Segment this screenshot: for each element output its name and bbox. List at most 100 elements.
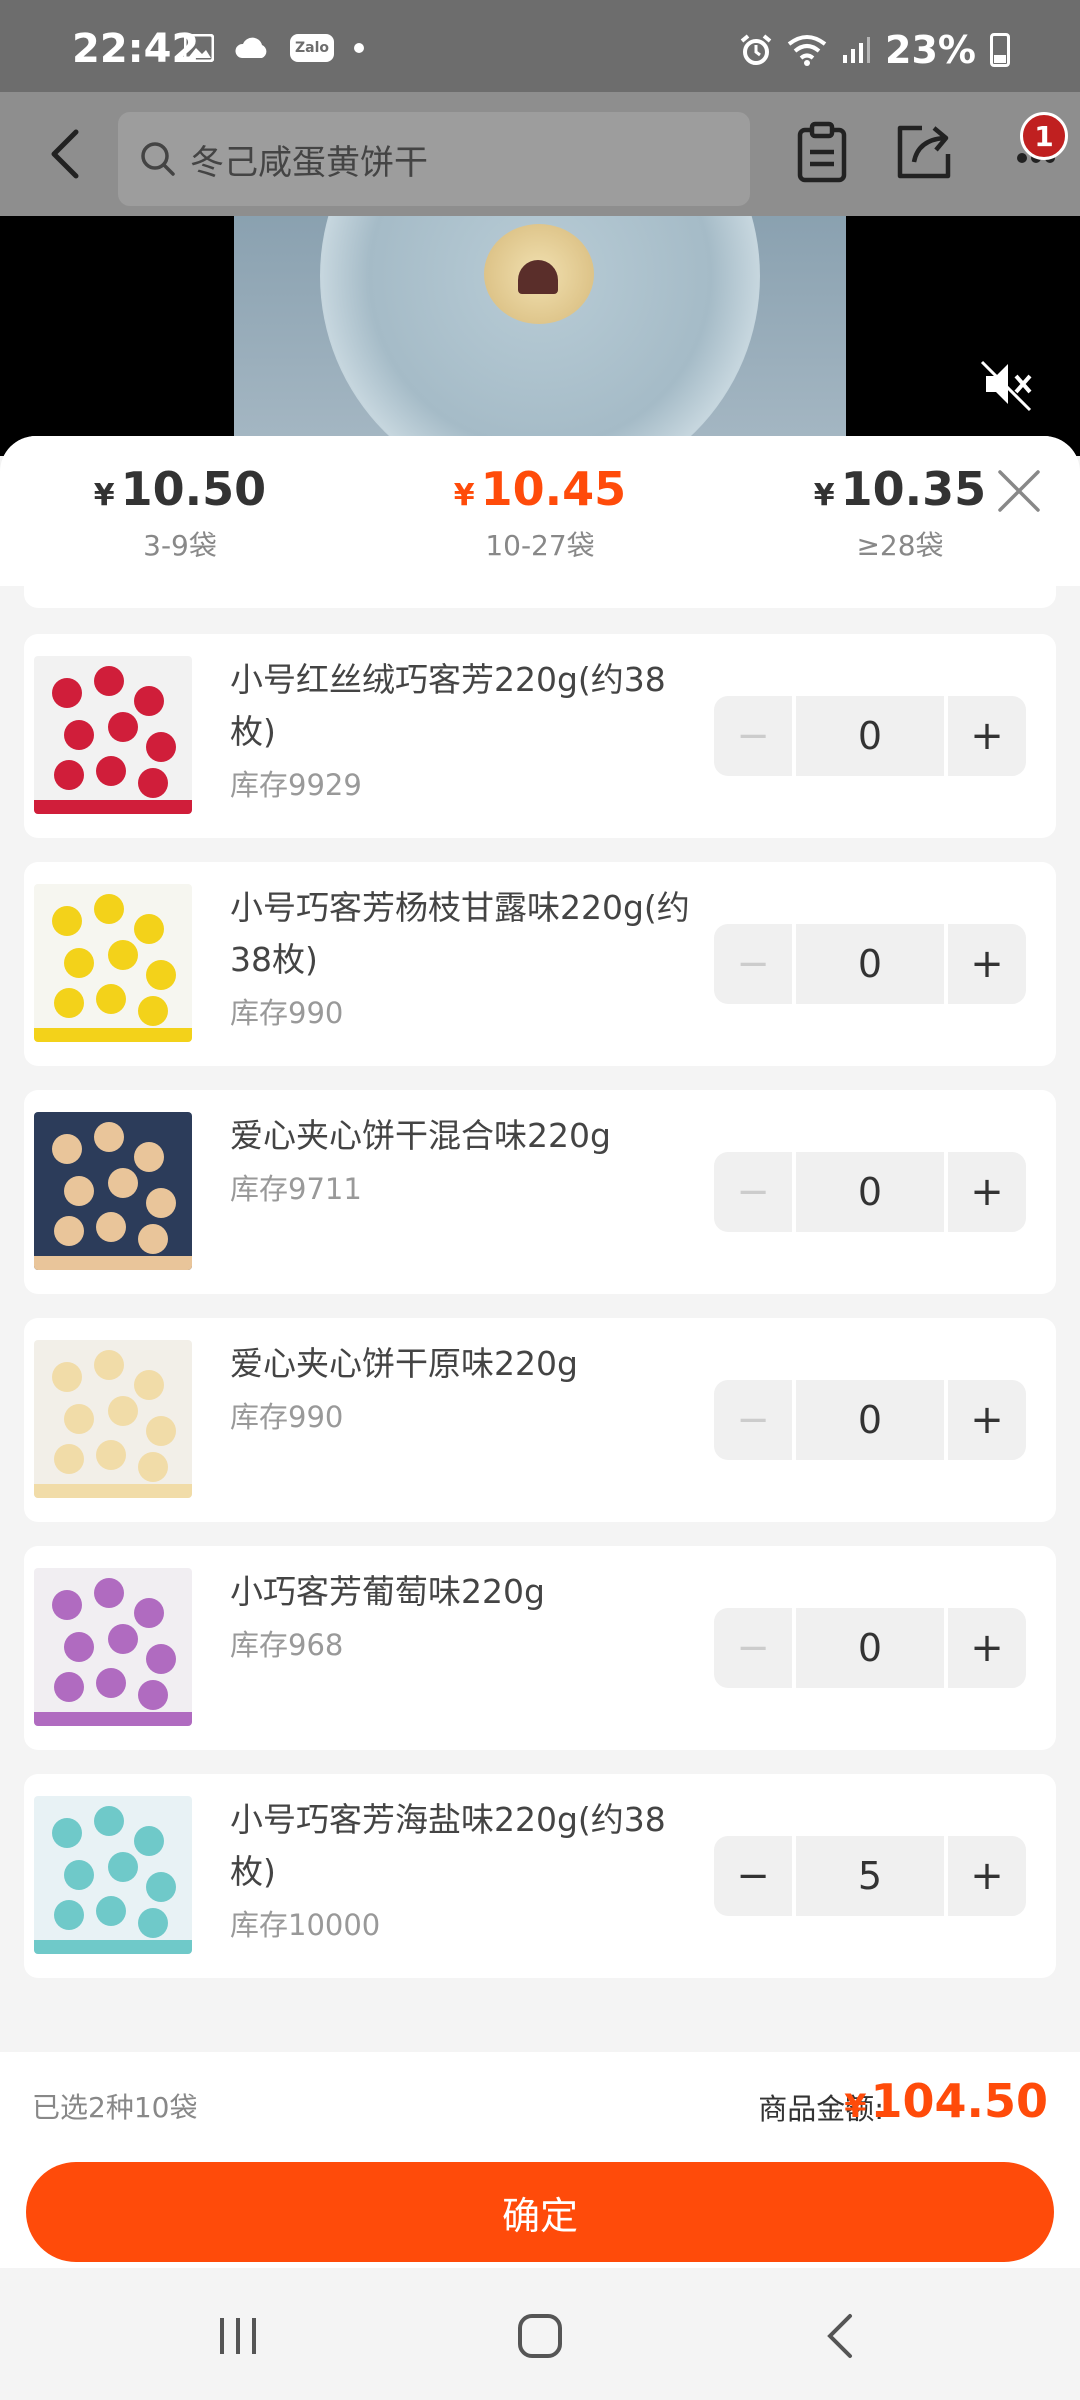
tier-price-value: 10.50 (120, 462, 267, 516)
back-nav-icon[interactable] (810, 2304, 874, 2368)
decrement-button[interactable]: − (714, 1836, 792, 1916)
clipboard-icon[interactable] (790, 120, 854, 184)
sku-info: 小号红丝绒巧客芳220g(约38枚) 库存9929 (230, 654, 700, 804)
sku-info: 小巧客芳葡萄味220g 库存968 (230, 1566, 700, 1664)
sku-name: 小巧客芳葡萄味220g (230, 1572, 545, 1611)
quantity-input[interactable]: 0 (796, 1152, 944, 1232)
sku-stock: 库存9711 (230, 1172, 362, 1206)
cookie-dot (96, 1440, 126, 1470)
quantity-input[interactable]: 0 (796, 1380, 944, 1460)
cookie-dot (94, 894, 124, 924)
cookie-dot (52, 1134, 82, 1164)
cookie-dot (134, 1370, 164, 1400)
quantity-stepper: −0 + (714, 696, 1030, 776)
sku-info: 爱心夹心饼干原味220g 库存990 (230, 1338, 700, 1436)
cookie-dot (146, 1644, 176, 1674)
increment-button[interactable]: + (948, 924, 1026, 1004)
sku-row: 爱心夹心饼干混合味220g 库存9711 −0 + (24, 1090, 1056, 1294)
cookie-dot (138, 1224, 168, 1254)
quantity-input[interactable]: 0 (796, 924, 944, 1004)
cookie-dot (138, 1908, 168, 1938)
product-thumbnail[interactable] (34, 1112, 192, 1270)
cookie-dot (64, 1632, 94, 1662)
increment-button[interactable]: + (948, 696, 1026, 776)
quantity-stepper: −0 + (714, 1380, 1030, 1460)
tier-price: ¥10.45 (390, 462, 690, 516)
sku-name: 小号红丝绒巧客芳220g(约38枚) (230, 660, 666, 751)
decrement-button[interactable]: − (714, 1608, 792, 1688)
price-tiers: ¥10.50 3-9袋 ¥10.45 10-27袋 ¥10.35 ≥28袋 (0, 436, 1080, 586)
cookie-dot (94, 1806, 124, 1836)
cart-badge: 1 (1020, 112, 1068, 160)
list-top-cap (24, 586, 1056, 608)
price-tier: ¥10.50 3-9袋 (30, 462, 330, 564)
decrement-button[interactable]: − (714, 924, 792, 1004)
increment-button[interactable]: + (948, 1608, 1026, 1688)
signal-icon (843, 37, 871, 63)
quantity-input[interactable]: 5 (796, 1836, 944, 1916)
gallery-icon (184, 34, 214, 62)
cookie-dot (108, 1396, 138, 1426)
cookie-dot (52, 906, 82, 936)
quantity-stepper: −0 + (714, 924, 1030, 1004)
sku-row: 小号巧客芳杨枝甘露味220g(约38枚) 库存990 −0 + (24, 862, 1056, 1066)
product-thumbnail[interactable] (34, 1796, 192, 1954)
product-thumbnail[interactable] (34, 1568, 192, 1726)
decrement-button[interactable]: − (714, 1380, 792, 1460)
cookie-dot (64, 1860, 94, 1890)
cookie-dot (138, 768, 168, 798)
sku-row: 小巧客芳葡萄味220g 库存968 −0 + (24, 1546, 1056, 1750)
cookie-dot (54, 1900, 84, 1930)
close-icon[interactable] (994, 466, 1044, 516)
sku-stock: 库存990 (230, 996, 344, 1030)
cookie-dot (64, 720, 94, 750)
increment-button[interactable]: + (948, 1836, 1026, 1916)
video-frame (234, 216, 846, 456)
product-thumbnail[interactable] (34, 1340, 192, 1498)
cookie-dot (146, 732, 176, 762)
search-bar[interactable]: 冬己咸蛋黄饼干 (118, 112, 750, 206)
total-amount: ¥104.50 (844, 2074, 1048, 2128)
cookie-dot (54, 760, 84, 790)
quantity-input[interactable]: 0 (796, 696, 944, 776)
currency-symbol: ¥ (844, 2087, 867, 2125)
alarm-icon (740, 34, 772, 65)
product-thumbnail[interactable] (34, 884, 192, 1042)
back-arrow-icon[interactable] (36, 122, 100, 186)
sku-info: 小号巧客芳杨枝甘露味220g(约38枚) 库存990 (230, 882, 700, 1032)
cookie-dot (64, 948, 94, 978)
cookie-dot (52, 1818, 82, 1848)
sku-list: 小号红丝绒巧客芳220g(约38枚) 库存9929−0 + 小号巧客芳杨枝甘露味220… (24, 586, 1056, 2002)
confirm-button[interactable]: 确定 (26, 2162, 1054, 2262)
cookie-dot (54, 1672, 84, 1702)
cookie-dot (108, 940, 138, 970)
recent-apps-icon[interactable] (206, 2304, 270, 2368)
cookie-dot (54, 988, 84, 1018)
quantity-input[interactable]: 0 (796, 1608, 944, 1688)
sku-name: 爱心夹心饼干混合味220g (230, 1116, 611, 1155)
decrement-button[interactable]: − (714, 696, 792, 776)
increment-button[interactable]: + (948, 1380, 1026, 1460)
cookie-dot (96, 1212, 126, 1242)
product-thumbnail[interactable] (34, 656, 192, 814)
sku-stock: 库存10000 (230, 1908, 381, 1942)
cookie-dot (146, 960, 176, 990)
sku-stock: 库存9929 (230, 768, 362, 802)
tier-price: ¥10.50 (30, 462, 330, 516)
decrement-button[interactable]: − (714, 1152, 792, 1232)
product-video[interactable] (0, 216, 1080, 456)
share-icon[interactable] (892, 120, 956, 184)
mute-icon[interactable] (980, 356, 1036, 412)
cookie-dot (96, 756, 126, 786)
sku-row: 小号巧客芳海盐味220g(约38枚) 库存10000 −5 + (24, 1774, 1056, 1978)
cookie-dot (96, 1668, 126, 1698)
increment-button[interactable]: + (948, 1152, 1026, 1232)
battery-icon (990, 33, 1010, 67)
sku-selection-sheet: ¥10.50 3-9袋 ¥10.45 10-27袋 ¥10.35 ≥28袋 小号… (0, 436, 1080, 2268)
cookie-dot (94, 1122, 124, 1152)
home-icon[interactable] (508, 2304, 572, 2368)
cookie-dot (138, 1680, 168, 1710)
system-nav-bar (0, 2268, 1080, 2400)
cookie-dot (134, 1826, 164, 1856)
thumbnail-label-strip (34, 1028, 192, 1042)
